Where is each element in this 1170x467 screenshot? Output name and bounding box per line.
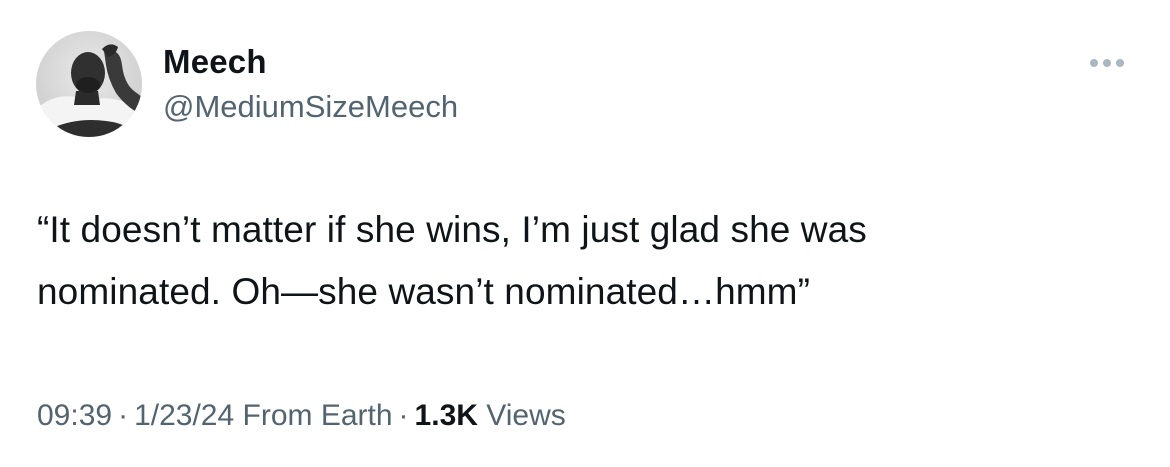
separator-dot: · [398, 399, 409, 432]
tweet-text-line: nominated. Oh—she wasn’t nominated…hmm” [37, 271, 811, 312]
separator-dot: · [118, 399, 129, 432]
views-count[interactable]: 1.3K [415, 399, 478, 432]
ellipsis-icon-dot [1116, 59, 1124, 67]
tweet-text-line: “It doesn’t matter if she wins, I’m just… [37, 209, 867, 250]
tweet-text: “It doesn’t matter if she wins, I’m just… [37, 199, 1117, 323]
more-options-button[interactable] [1082, 48, 1132, 78]
tweet-card: Meech @MediumSizeMeech “It doesn’t matte… [0, 0, 1170, 467]
tweet-meta: 09:39 · 1/23/24 From Earth · 1.3K Views [37, 394, 566, 438]
ellipsis-icon-dot [1103, 59, 1111, 67]
author-display-name[interactable]: Meech [163, 42, 267, 82]
avatar-photo-icon [36, 31, 142, 137]
author-handle[interactable]: @MediumSizeMeech [163, 87, 458, 127]
tweet-location: From Earth [242, 399, 393, 432]
author-avatar[interactable] [36, 31, 142, 137]
ellipsis-icon-dot [1090, 59, 1098, 67]
tweet-date[interactable]: 1/23/24 [134, 399, 234, 432]
tweet-time[interactable]: 09:39 [37, 399, 112, 432]
views-label: Views [486, 399, 566, 432]
